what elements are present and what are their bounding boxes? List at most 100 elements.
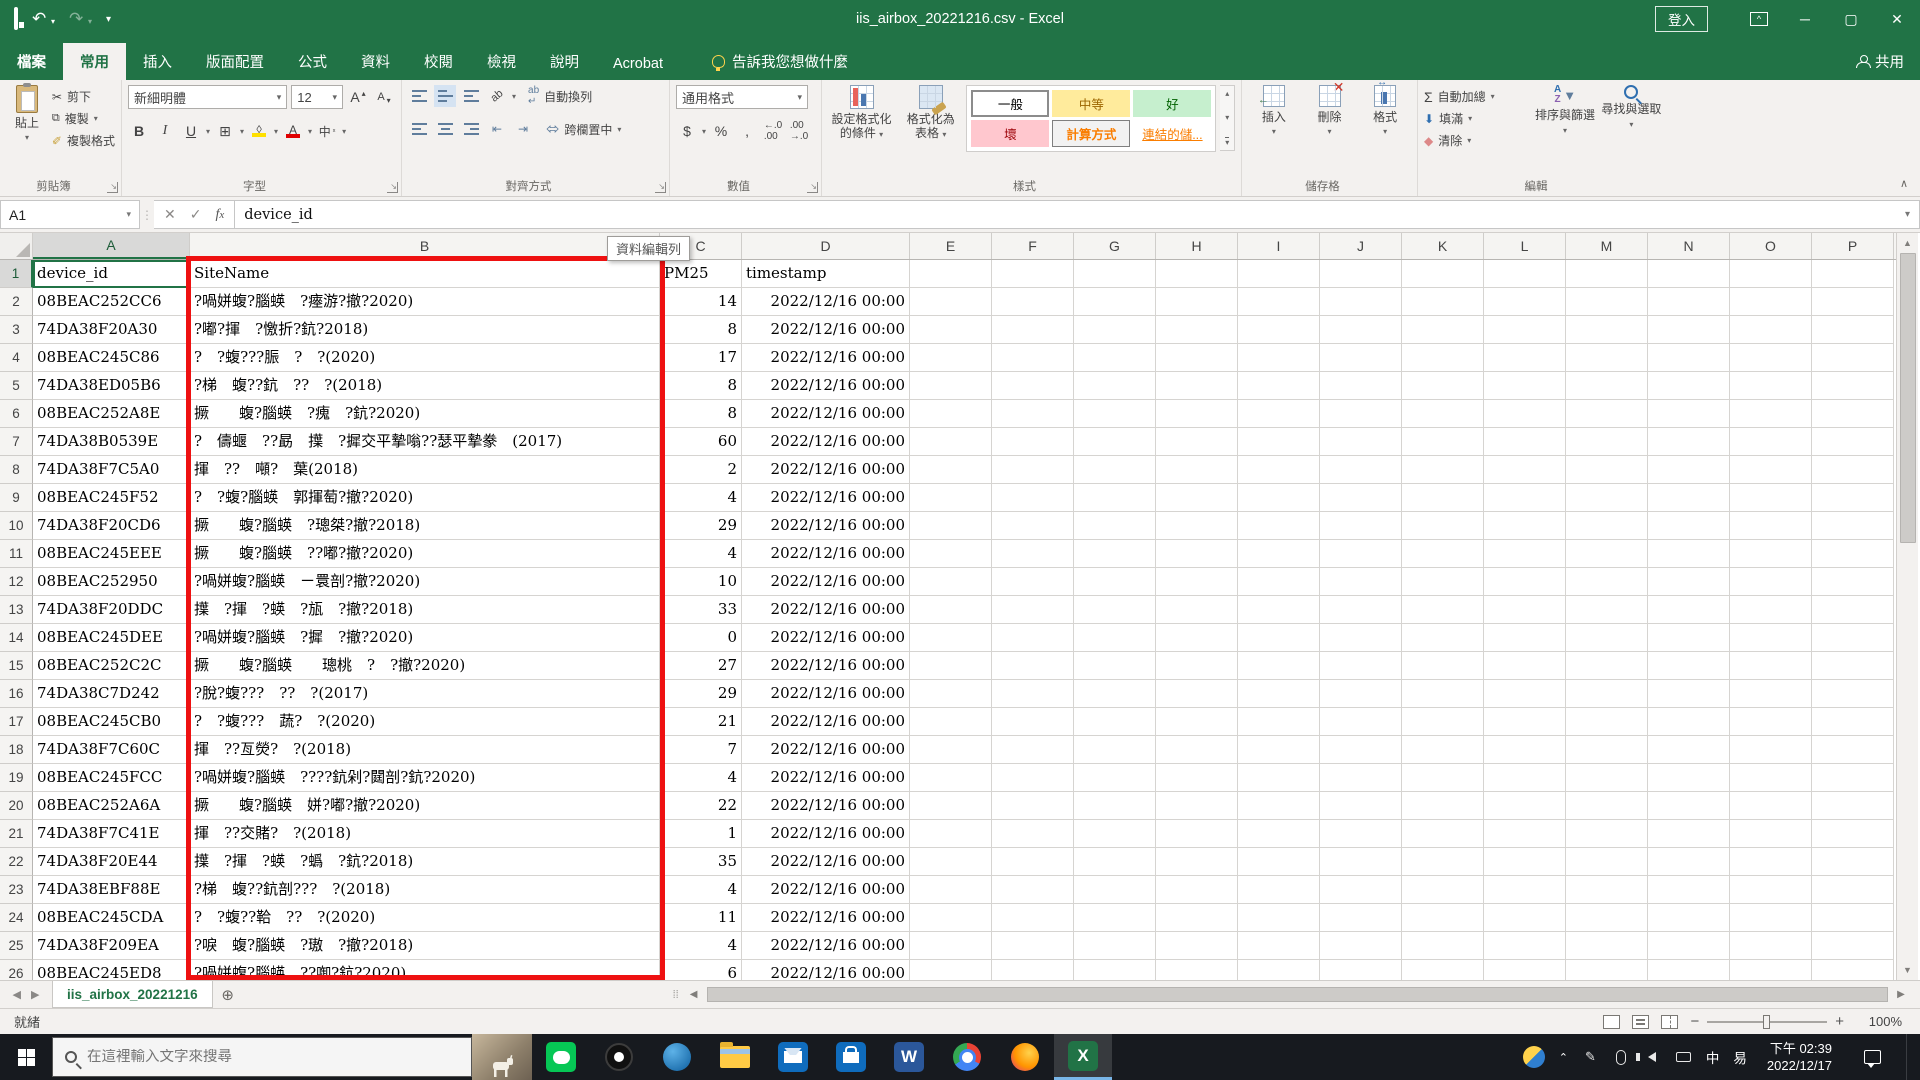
row-header-7[interactable]: 7: [0, 428, 33, 456]
cell-D18[interactable]: 2022/12/16 00:00: [742, 736, 910, 764]
action-center-button[interactable]: [1852, 1034, 1892, 1080]
column-header-A[interactable]: A: [33, 233, 190, 259]
cell-G11[interactable]: [1074, 540, 1156, 568]
tab-scrollbar-splitter[interactable]: ⁞⁞: [673, 981, 681, 1008]
middle-align-icon[interactable]: [434, 85, 456, 107]
cell-J12[interactable]: [1320, 568, 1402, 596]
cell-M3[interactable]: [1566, 316, 1648, 344]
cell-F25[interactable]: [992, 932, 1074, 960]
cell-E7[interactable]: [910, 428, 992, 456]
cell-L3[interactable]: [1484, 316, 1566, 344]
taskbar-file-explorer[interactable]: [706, 1034, 764, 1080]
cell-D24[interactable]: 2022/12/16 00:00: [742, 904, 910, 932]
cell-F4[interactable]: [992, 344, 1074, 372]
cell-M4[interactable]: [1566, 344, 1648, 372]
taskbar-outlook[interactable]: [764, 1034, 822, 1080]
alignment-dialog-launcher[interactable]: ↘: [655, 182, 666, 193]
cell-O7[interactable]: [1730, 428, 1812, 456]
cell-B24[interactable]: ? ?蝮??鞈 ?? ?(2020): [190, 904, 660, 932]
cell-J16[interactable]: [1320, 680, 1402, 708]
cell-K5[interactable]: [1402, 372, 1484, 400]
cell-J9[interactable]: [1320, 484, 1402, 512]
cell-D9[interactable]: 2022/12/16 00:00: [742, 484, 910, 512]
cell-E20[interactable]: [910, 792, 992, 820]
cell-C5[interactable]: 8: [660, 372, 742, 400]
cell-J23[interactable]: [1320, 876, 1402, 904]
zoom-percent[interactable]: 100%: [1856, 1014, 1902, 1029]
cell-D2[interactable]: 2022/12/16 00:00: [742, 288, 910, 316]
cell-H21[interactable]: [1156, 820, 1238, 848]
column-header-P[interactable]: P: [1812, 233, 1894, 259]
cell-F12[interactable]: [992, 568, 1074, 596]
percent-style-button[interactable]: %: [710, 120, 732, 142]
cell-N22[interactable]: [1648, 848, 1730, 876]
taskbar-firefox[interactable]: [996, 1034, 1054, 1080]
row-header-15[interactable]: 15: [0, 652, 33, 680]
cell-I5[interactable]: [1238, 372, 1320, 400]
cell-P3[interactable]: [1812, 316, 1894, 344]
cell-G12[interactable]: [1074, 568, 1156, 596]
tell-me-box[interactable]: 告訴我您想做什麼: [702, 43, 858, 80]
cell-C11[interactable]: 4: [660, 540, 742, 568]
speaker-icon[interactable]: [1636, 1049, 1661, 1066]
cell-M26[interactable]: [1566, 960, 1648, 980]
cell-C1[interactable]: PM25: [660, 260, 742, 288]
cell-C10[interactable]: 29: [660, 512, 742, 540]
cell-B17[interactable]: ? ?蝮??? 蔬? ?(2020): [190, 708, 660, 736]
cell-H17[interactable]: [1156, 708, 1238, 736]
cell-A23[interactable]: 74DA38EBF88E: [33, 876, 190, 904]
cell-I16[interactable]: [1238, 680, 1320, 708]
cell-F15[interactable]: [992, 652, 1074, 680]
cell-A10[interactable]: 74DA38F20CD6: [33, 512, 190, 540]
cell-L13[interactable]: [1484, 596, 1566, 624]
cell-F1[interactable]: [992, 260, 1074, 288]
cell-P20[interactable]: [1812, 792, 1894, 820]
cell-A13[interactable]: 74DA38F20DDC: [33, 596, 190, 624]
cell-M2[interactable]: [1566, 288, 1648, 316]
cell-L1[interactable]: [1484, 260, 1566, 288]
cell-L24[interactable]: [1484, 904, 1566, 932]
tray-expand-icon[interactable]: ⌃: [1559, 1051, 1568, 1064]
row-header-17[interactable]: 17: [0, 708, 33, 736]
align-left-icon[interactable]: [408, 118, 430, 140]
cell-O26[interactable]: [1730, 960, 1812, 980]
cell-O14[interactable]: [1730, 624, 1812, 652]
row-header-20[interactable]: 20: [0, 792, 33, 820]
font-color-button[interactable]: A: [282, 120, 304, 142]
wrap-text-button[interactable]: ab ↵ 自動換列: [528, 85, 592, 107]
cell-L14[interactable]: [1484, 624, 1566, 652]
cell-F21[interactable]: [992, 820, 1074, 848]
cell-M10[interactable]: [1566, 512, 1648, 540]
cell-P25[interactable]: [1812, 932, 1894, 960]
cell-D1[interactable]: timestamp: [742, 260, 910, 288]
cell-I1[interactable]: [1238, 260, 1320, 288]
cell-J20[interactable]: [1320, 792, 1402, 820]
cell-M18[interactable]: [1566, 736, 1648, 764]
cell-E4[interactable]: [910, 344, 992, 372]
collapse-ribbon-icon[interactable]: ∧: [1900, 177, 1908, 190]
taskbar-word[interactable]: W: [880, 1034, 938, 1080]
fill-button[interactable]: ⬇ 填滿 ▾: [1424, 110, 1529, 127]
cell-K7[interactable]: [1402, 428, 1484, 456]
cell-K26[interactable]: [1402, 960, 1484, 980]
cell-H8[interactable]: [1156, 456, 1238, 484]
cell-N13[interactable]: [1648, 596, 1730, 624]
cell-B6[interactable]: 撅 蝮?腦蝧 ?瘣 ?鈧?2020): [190, 400, 660, 428]
cell-H11[interactable]: [1156, 540, 1238, 568]
maximize-button[interactable]: ▢: [1828, 0, 1874, 38]
cell-L9[interactable]: [1484, 484, 1566, 512]
cell-I17[interactable]: [1238, 708, 1320, 736]
cell-O24[interactable]: [1730, 904, 1812, 932]
cell-style-linked-cell[interactable]: 連結的儲...: [1133, 120, 1211, 147]
cell-D7[interactable]: 2022/12/16 00:00: [742, 428, 910, 456]
cell-N4[interactable]: [1648, 344, 1730, 372]
cell-A15[interactable]: 08BEAC252C2C: [33, 652, 190, 680]
cell-L18[interactable]: [1484, 736, 1566, 764]
taskbar-photo-thumbnail[interactable]: [472, 1034, 532, 1080]
cell-I6[interactable]: [1238, 400, 1320, 428]
cell-K19[interactable]: [1402, 764, 1484, 792]
cell-N23[interactable]: [1648, 876, 1730, 904]
cell-P13[interactable]: [1812, 596, 1894, 624]
cell-A3[interactable]: 74DA38F20A30: [33, 316, 190, 344]
cell-J3[interactable]: [1320, 316, 1402, 344]
